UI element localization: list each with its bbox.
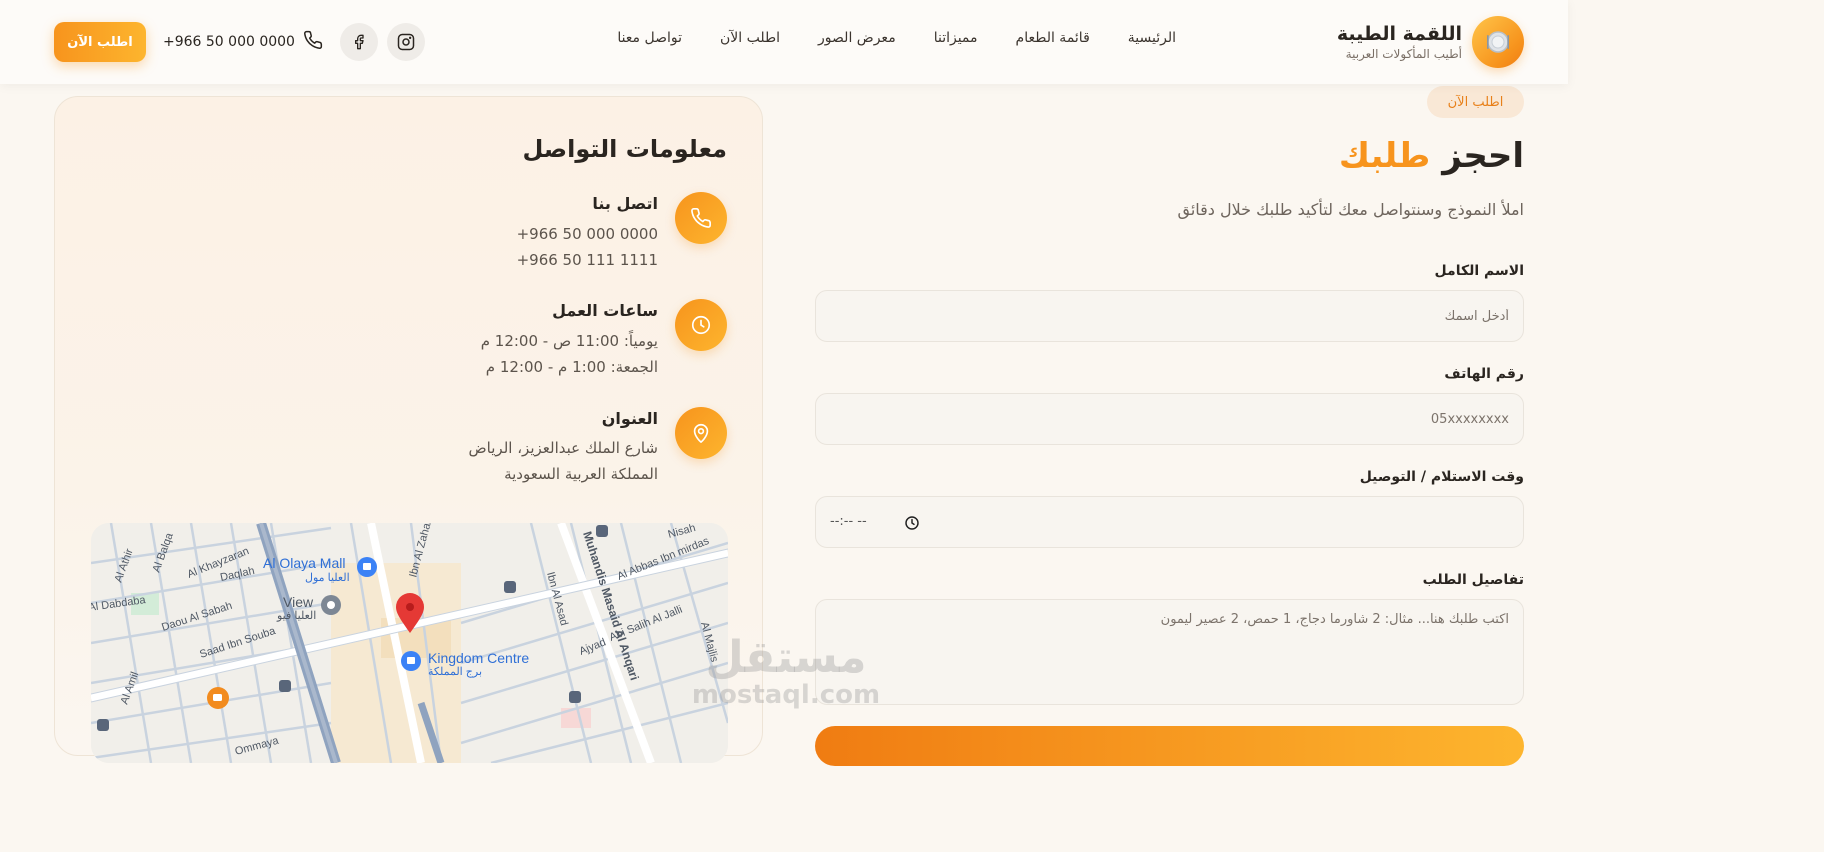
contact-phone-1[interactable]: +966 50 000 0000 (517, 225, 658, 243)
location-map[interactable]: Al Athir Al Balqa Al Khayzaran Daqlah Al… (91, 523, 728, 763)
location-pin-icon (675, 407, 727, 459)
site-header: اللقمة الطيبة أطيب المأكولات العربية الر… (0, 0, 1568, 84)
header-phone-link[interactable]: +966 50 000 0000 (163, 30, 323, 54)
header-phone-number: +966 50 000 0000 (163, 34, 295, 50)
contact-title: معلومات التواصل (522, 135, 727, 163)
section-pill: اطلب الآن (1427, 86, 1524, 118)
contact-phone-2[interactable]: +966 50 111 1111 (517, 251, 658, 269)
plate-icon (1472, 16, 1524, 68)
map-label-olaya-mall-ar: العليا مول (305, 572, 350, 584)
time-input[interactable]: --:-- -- (815, 496, 1524, 548)
map-label-kingdom-centre-ar: برج المملكة (428, 666, 482, 678)
brand-logo[interactable]: اللقمة الطيبة أطيب المأكولات العربية (1337, 15, 1524, 69)
phone-input[interactable] (815, 393, 1524, 445)
facebook-icon[interactable] (339, 23, 378, 61)
contact-info-card: معلومات التواصل اتصل بنا +966 50 000 000… (54, 96, 763, 763)
hours-daily: يومياً: 11:00 ص - 12:00 م (480, 332, 658, 350)
nav-item-home[interactable]: الرئيسية (1128, 30, 1176, 46)
nav-item-features[interactable]: مميزاتنا (934, 30, 978, 46)
phone-icon (303, 30, 323, 54)
map-label-kingdom-centre: Kingdom Centre (428, 650, 529, 666)
form-title-main: احجز (1442, 136, 1524, 176)
phone-label: رقم الهاتف (1444, 366, 1524, 382)
main-nav: الرئيسية قائمة الطعام مميزاتنا معرض الصو… (617, 30, 1176, 46)
details-textarea[interactable] (815, 599, 1524, 705)
time-value: --:-- -- (830, 514, 867, 529)
nav-item-gallery[interactable]: معرض الصور (818, 30, 896, 46)
hours-title: ساعات العمل (552, 301, 658, 320)
form-title-accent: طلبك (1338, 136, 1431, 176)
time-label: وقت الاستلام / التوصيل (1359, 469, 1524, 485)
name-input[interactable] (815, 290, 1524, 342)
nav-item-order[interactable]: اطلب الآن (720, 30, 780, 46)
map-label-olaya-mall: Al Olaya Mall (263, 555, 345, 571)
address-line-2: المملكة العربية السعودية (504, 465, 658, 483)
submit-order-button[interactable] (815, 726, 1524, 766)
address-title: العنوان (601, 409, 658, 428)
nav-item-menu[interactable]: قائمة الطعام (1016, 30, 1090, 46)
map-poi-cafe[interactable] (207, 687, 229, 709)
address-line-1: شارع الملك عبدالعزيز، الرياض (468, 439, 658, 457)
form-subtitle: املأ النموذج وسنتواصل معك لتأكيد طلبك خل… (1177, 200, 1524, 219)
nav-item-contact[interactable]: تواصل معنا (617, 30, 682, 46)
header-actions: اطلب الآن +966 50 000 0000 (54, 22, 425, 62)
phone-icon (675, 192, 727, 244)
clock-icon (675, 299, 727, 351)
name-label: الاسم الكامل (1434, 263, 1524, 279)
call-title: اتصل بنا (592, 194, 658, 213)
details-label: تفاصيل الطلب (1422, 572, 1524, 588)
hours-friday: الجمعة: 1:00 م - 12:00 م (485, 358, 658, 376)
map-label-view: View (283, 594, 314, 610)
brand-name: اللقمة الطيبة (1336, 23, 1462, 45)
map-label-view-ar: العليا فيو (276, 610, 316, 622)
brand-tagline: أطيب المأكولات العربية (1345, 47, 1462, 61)
form-title: احجز طلبك (1339, 136, 1524, 176)
order-now-button[interactable]: اطلب الآن (54, 22, 146, 62)
clock-icon[interactable] (904, 515, 920, 535)
instagram-icon[interactable] (386, 23, 425, 61)
